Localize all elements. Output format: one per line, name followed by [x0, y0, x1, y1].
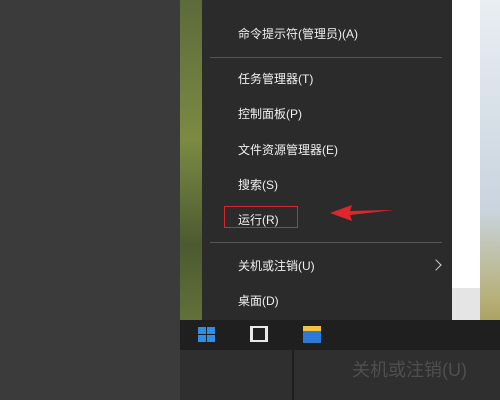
- menu-item-label: 控制面板(P): [238, 107, 302, 121]
- menu-separator: [210, 242, 442, 243]
- menu-item-label: 关机或注销(U): [238, 259, 315, 273]
- wallpaper-edge: [480, 0, 500, 350]
- menu-item-control-panel[interactable]: 控制面板(P): [202, 98, 452, 130]
- menu-item-command-prompt-admin[interactable]: 命令提示符(管理员)(A): [202, 18, 452, 50]
- menu-item-shutdown-signout[interactable]: 关机或注销(U): [202, 250, 452, 282]
- band-divider: [292, 350, 294, 400]
- file-explorer-icon[interactable]: [303, 326, 321, 343]
- taskbar: [180, 320, 500, 350]
- menu-item-label: 搜索(S): [238, 178, 278, 192]
- winx-context-menu: 命令提示符(管理员)(A) 任务管理器(T) 控制面板(P) 文件资源管理器(E…: [202, 0, 452, 320]
- menu-item-label: 桌面(D): [238, 294, 279, 308]
- menu-item-search[interactable]: 搜索(S): [202, 169, 452, 201]
- menu-item-label: 文件资源管理器(E): [238, 143, 338, 157]
- menu-item-task-manager[interactable]: 任务管理器(T): [202, 63, 452, 95]
- menu-item-label: 命令提示符(管理员)(A): [238, 27, 358, 41]
- task-view-icon[interactable]: [250, 326, 268, 342]
- pointer-arrow-icon: [330, 205, 394, 221]
- chevron-right-icon: [430, 259, 442, 271]
- menu-item-label: 任务管理器(T): [238, 72, 314, 86]
- run-highlight-box: [224, 206, 298, 228]
- wallpaper-strip: [180, 0, 202, 350]
- menu-separator: [210, 57, 442, 58]
- menu-item-file-explorer[interactable]: 文件资源管理器(E): [202, 134, 452, 166]
- left-backdrop: [0, 0, 180, 400]
- menu-item-desktop[interactable]: 桌面(D): [202, 285, 452, 317]
- windows-start-icon[interactable]: [198, 327, 216, 343]
- zoomed-shutdown-label: 关机或注销(U): [352, 360, 467, 380]
